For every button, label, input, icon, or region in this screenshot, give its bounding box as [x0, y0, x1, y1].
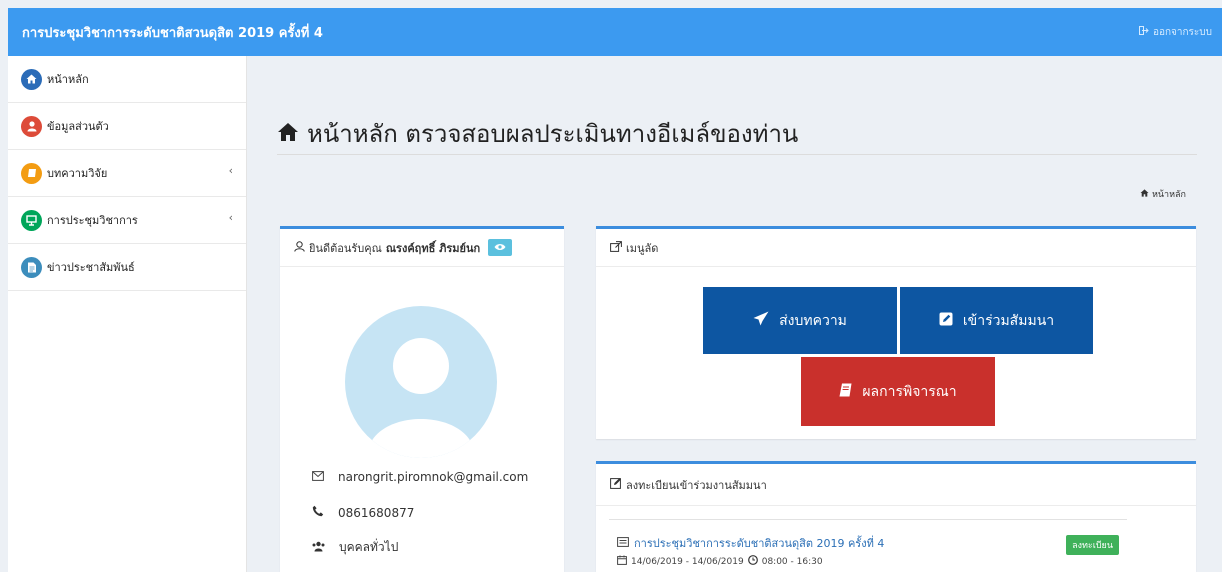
user-name: ณรงค์ฤทธิ์ ภิรมย์นก	[385, 241, 481, 255]
phone-row: 0861680877	[312, 505, 414, 520]
home-icon	[21, 68, 42, 90]
news-icon	[21, 256, 42, 278]
list-item: การประชุมวิชาการระดับชาติสวนดุสิต 2019 ค…	[609, 519, 1127, 569]
book-icon	[21, 162, 42, 184]
edit-square-icon	[939, 312, 953, 330]
sidebar-item-conference[interactable]: การประชุมวิชาการ ‹	[8, 197, 246, 244]
register-badge[interactable]: ลงทะเบียน	[1066, 535, 1119, 555]
group-value: บุคคลทั่วไป	[339, 540, 399, 554]
external-link-icon	[610, 240, 622, 255]
registration-header: ลงทะเบียนเข้าร่วมงานสัมมนา	[596, 464, 1196, 506]
sidebar-item-label: การประชุมวิชาการ	[47, 214, 138, 227]
phone-value: 0861680877	[338, 505, 415, 520]
review-result-button[interactable]: ผลการพิจารณา	[801, 357, 995, 426]
event-name: การประชุมวิชาการระดับชาติสวนดุสิต 2019 ค…	[634, 537, 885, 550]
sidebar-item-profile[interactable]: ข้อมูลส่วนตัว	[8, 103, 246, 150]
event-time: 08:00 - 16:30	[761, 556, 823, 567]
logout-label: ออกจากระบบ	[1152, 26, 1212, 38]
home-icon	[1140, 188, 1149, 200]
user-icon	[21, 115, 42, 137]
chevron-left-icon: ‹	[228, 164, 233, 177]
shortcut-menu-title: เมนูลัด	[626, 241, 659, 255]
shortcut-menu-card: เมนูลัด ส่งบทความ เข้าร่วมสัมมนา ผลการพิ…	[596, 226, 1196, 439]
event-link[interactable]: การประชุมวิชาการระดับชาติสวนดุสิต 2019 ค…	[617, 534, 1127, 552]
home-icon	[277, 120, 299, 148]
sidebar-item-label: บทความวิจัย	[47, 167, 108, 180]
submit-paper-label: ส่งบทความ	[779, 312, 847, 329]
shortcut-menu-header: เมนูลัด	[596, 229, 1196, 267]
event-datetime: 14/06/2019 - 14/06/2019 08:00 - 16:30	[617, 555, 1127, 568]
users-icon	[312, 541, 325, 555]
envelope-icon	[312, 470, 324, 484]
sidebar-item-label: ข้อมูลส่วนตัว	[47, 120, 109, 133]
page-title: หน้าหลัก ตรวจสอบผลประเมินทางอีเมล์ของท่า…	[277, 114, 798, 153]
sidebar-item-research[interactable]: บทความวิจัย ‹	[8, 150, 246, 197]
app-title[interactable]: การประชุมวิชาการระดับชาติสวนดุสิต 2019 ค…	[22, 22, 323, 43]
top-navbar: การประชุมวิชาการระดับชาติสวนดุสิต 2019 ค…	[8, 8, 1222, 56]
edit-icon	[610, 477, 622, 492]
breadcrumb-label: หน้าหลัก	[1151, 190, 1186, 200]
profile-card-header: ยินดีต้อนรับคุณ ณรงค์ฤทธิ์ ภิรมย์นก	[280, 229, 564, 267]
view-profile-button[interactable]	[488, 239, 513, 256]
book-icon	[839, 383, 852, 401]
join-seminar-label: เข้าร่วมสัมมนา	[962, 312, 1055, 329]
sidebar-item-home[interactable]: หน้าหลัก	[8, 56, 246, 103]
submit-paper-button[interactable]: ส่งบทความ	[703, 287, 897, 354]
email-row: narongrit.piromnok@gmail.com	[312, 470, 528, 484]
logout-link[interactable]: ออกจากระบบ	[1138, 25, 1212, 40]
sidebar-item-label: หน้าหลัก	[47, 73, 89, 86]
calendar-icon	[617, 555, 627, 568]
sidebar: หน้าหลัก ข้อมูลส่วนตัว บทความวิจัย ‹ การ…	[8, 56, 247, 572]
phone-icon	[312, 505, 324, 520]
seminar-registration-card: ลงทะเบียนเข้าร่วมงานสัมมนา การประชุมวิชา…	[596, 461, 1196, 572]
email-value: narongrit.piromnok@gmail.com	[338, 470, 529, 484]
paper-plane-icon	[753, 311, 769, 330]
eye-icon	[494, 241, 506, 254]
user-outline-icon	[294, 240, 305, 255]
page-title-text: หน้าหลัก ตรวจสอบผลประเมินทางอีเมล์ของท่า…	[307, 120, 799, 148]
main-content: หน้าหลัก ตรวจสอบผลประเมินทางอีเมล์ของท่า…	[248, 56, 1222, 572]
clock-icon	[747, 555, 758, 568]
registration-title: ลงทะเบียนเข้าร่วมงานสัมมนา	[626, 478, 767, 492]
avatar	[345, 306, 497, 458]
title-divider	[277, 154, 1197, 155]
list-alt-icon	[617, 536, 629, 550]
event-date: 14/06/2019 - 14/06/2019	[631, 556, 744, 567]
chevron-left-icon: ‹	[228, 211, 233, 224]
breadcrumb[interactable]: หน้าหลัก	[1140, 187, 1186, 201]
sign-out-icon	[1138, 26, 1149, 38]
sidebar-item-news[interactable]: ข่าวประชาสัมพันธ์	[8, 244, 246, 291]
sidebar-item-label: ข่าวประชาสัมพันธ์	[47, 261, 135, 274]
review-result-label: ผลการพิจารณา	[862, 383, 957, 400]
join-seminar-button[interactable]: เข้าร่วมสัมมนา	[900, 287, 1093, 354]
group-row: บุคคลทั่วไป	[312, 538, 398, 557]
presentation-icon	[21, 209, 42, 231]
welcome-text: ยินดีต้อนรับคุณ	[309, 241, 382, 255]
profile-card: ยินดีต้อนรับคุณ ณรงค์ฤทธิ์ ภิรมย์นก naro…	[280, 226, 564, 572]
